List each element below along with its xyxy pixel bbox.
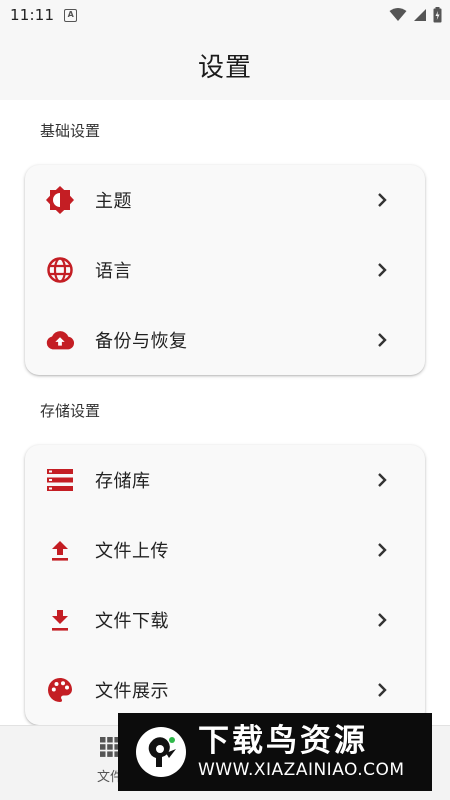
- watermark-url: WWW.XIAZAINIAO.COM: [198, 760, 405, 780]
- bird-logo-icon: [136, 727, 186, 777]
- settings-item-label: 备份与恢复: [95, 331, 188, 352]
- section-label-storage: 存储设置: [40, 402, 101, 420]
- watermark-banner: 下载鸟资源 WWW.XIAZAINIAO.COM: [118, 713, 432, 791]
- palette-icon: [45, 675, 75, 705]
- chevron-right-icon: [375, 193, 389, 207]
- cloud-upload-icon: [45, 325, 75, 355]
- chevron-right-icon: [375, 543, 389, 557]
- settings-item-label: 文件上传: [95, 541, 169, 562]
- settings-item-label: 文件展示: [95, 681, 169, 702]
- chevron-right-icon: [375, 263, 389, 277]
- chevron-right-icon: [375, 683, 389, 697]
- settings-item-theme[interactable]: 主题: [25, 165, 425, 235]
- download-icon: [45, 605, 75, 635]
- watermark-text: 下载鸟资源 WWW.XIAZAINIAO.COM: [198, 723, 405, 781]
- page-title: 设置: [197, 52, 252, 83]
- battery-icon: [433, 7, 442, 23]
- section-label-basic: 基础设置: [40, 122, 101, 140]
- settings-item-repository[interactable]: 存储库: [25, 445, 425, 515]
- notification-icon: A: [64, 8, 78, 22]
- chevron-right-icon: [375, 333, 389, 347]
- settings-item-label: 存储库: [95, 471, 151, 492]
- basic-settings-card: 主题 语言 备份与恢复: [25, 165, 425, 375]
- signal-icon: [414, 9, 426, 21]
- settings-item-backup-restore[interactable]: 备份与恢复: [25, 305, 425, 375]
- status-time: 11:11: [10, 6, 55, 24]
- settings-item-label: 文件下载: [95, 611, 169, 632]
- app-bar: 设置: [0, 30, 450, 100]
- settings-item-language[interactable]: 语言: [25, 235, 425, 305]
- storage-list-icon: [45, 465, 75, 495]
- settings-item-file-download[interactable]: 文件下载: [25, 585, 425, 655]
- status-bar: 11:11 A: [0, 0, 450, 30]
- upload-icon: [45, 535, 75, 565]
- settings-item-file-upload[interactable]: 文件上传: [25, 515, 425, 585]
- chevron-right-icon: [375, 473, 389, 487]
- globe-icon: [45, 255, 75, 285]
- status-icons: [389, 7, 442, 23]
- settings-item-label: 主题: [95, 191, 132, 212]
- chevron-right-icon: [375, 613, 389, 627]
- storage-settings-card: 存储库 文件上传 文件下载 文件展示: [25, 445, 425, 725]
- watermark-title: 下载鸟资源: [198, 723, 368, 759]
- settings-item-label: 语言: [95, 261, 132, 282]
- wifi-icon: [389, 8, 407, 21]
- theme-icon: [45, 185, 75, 215]
